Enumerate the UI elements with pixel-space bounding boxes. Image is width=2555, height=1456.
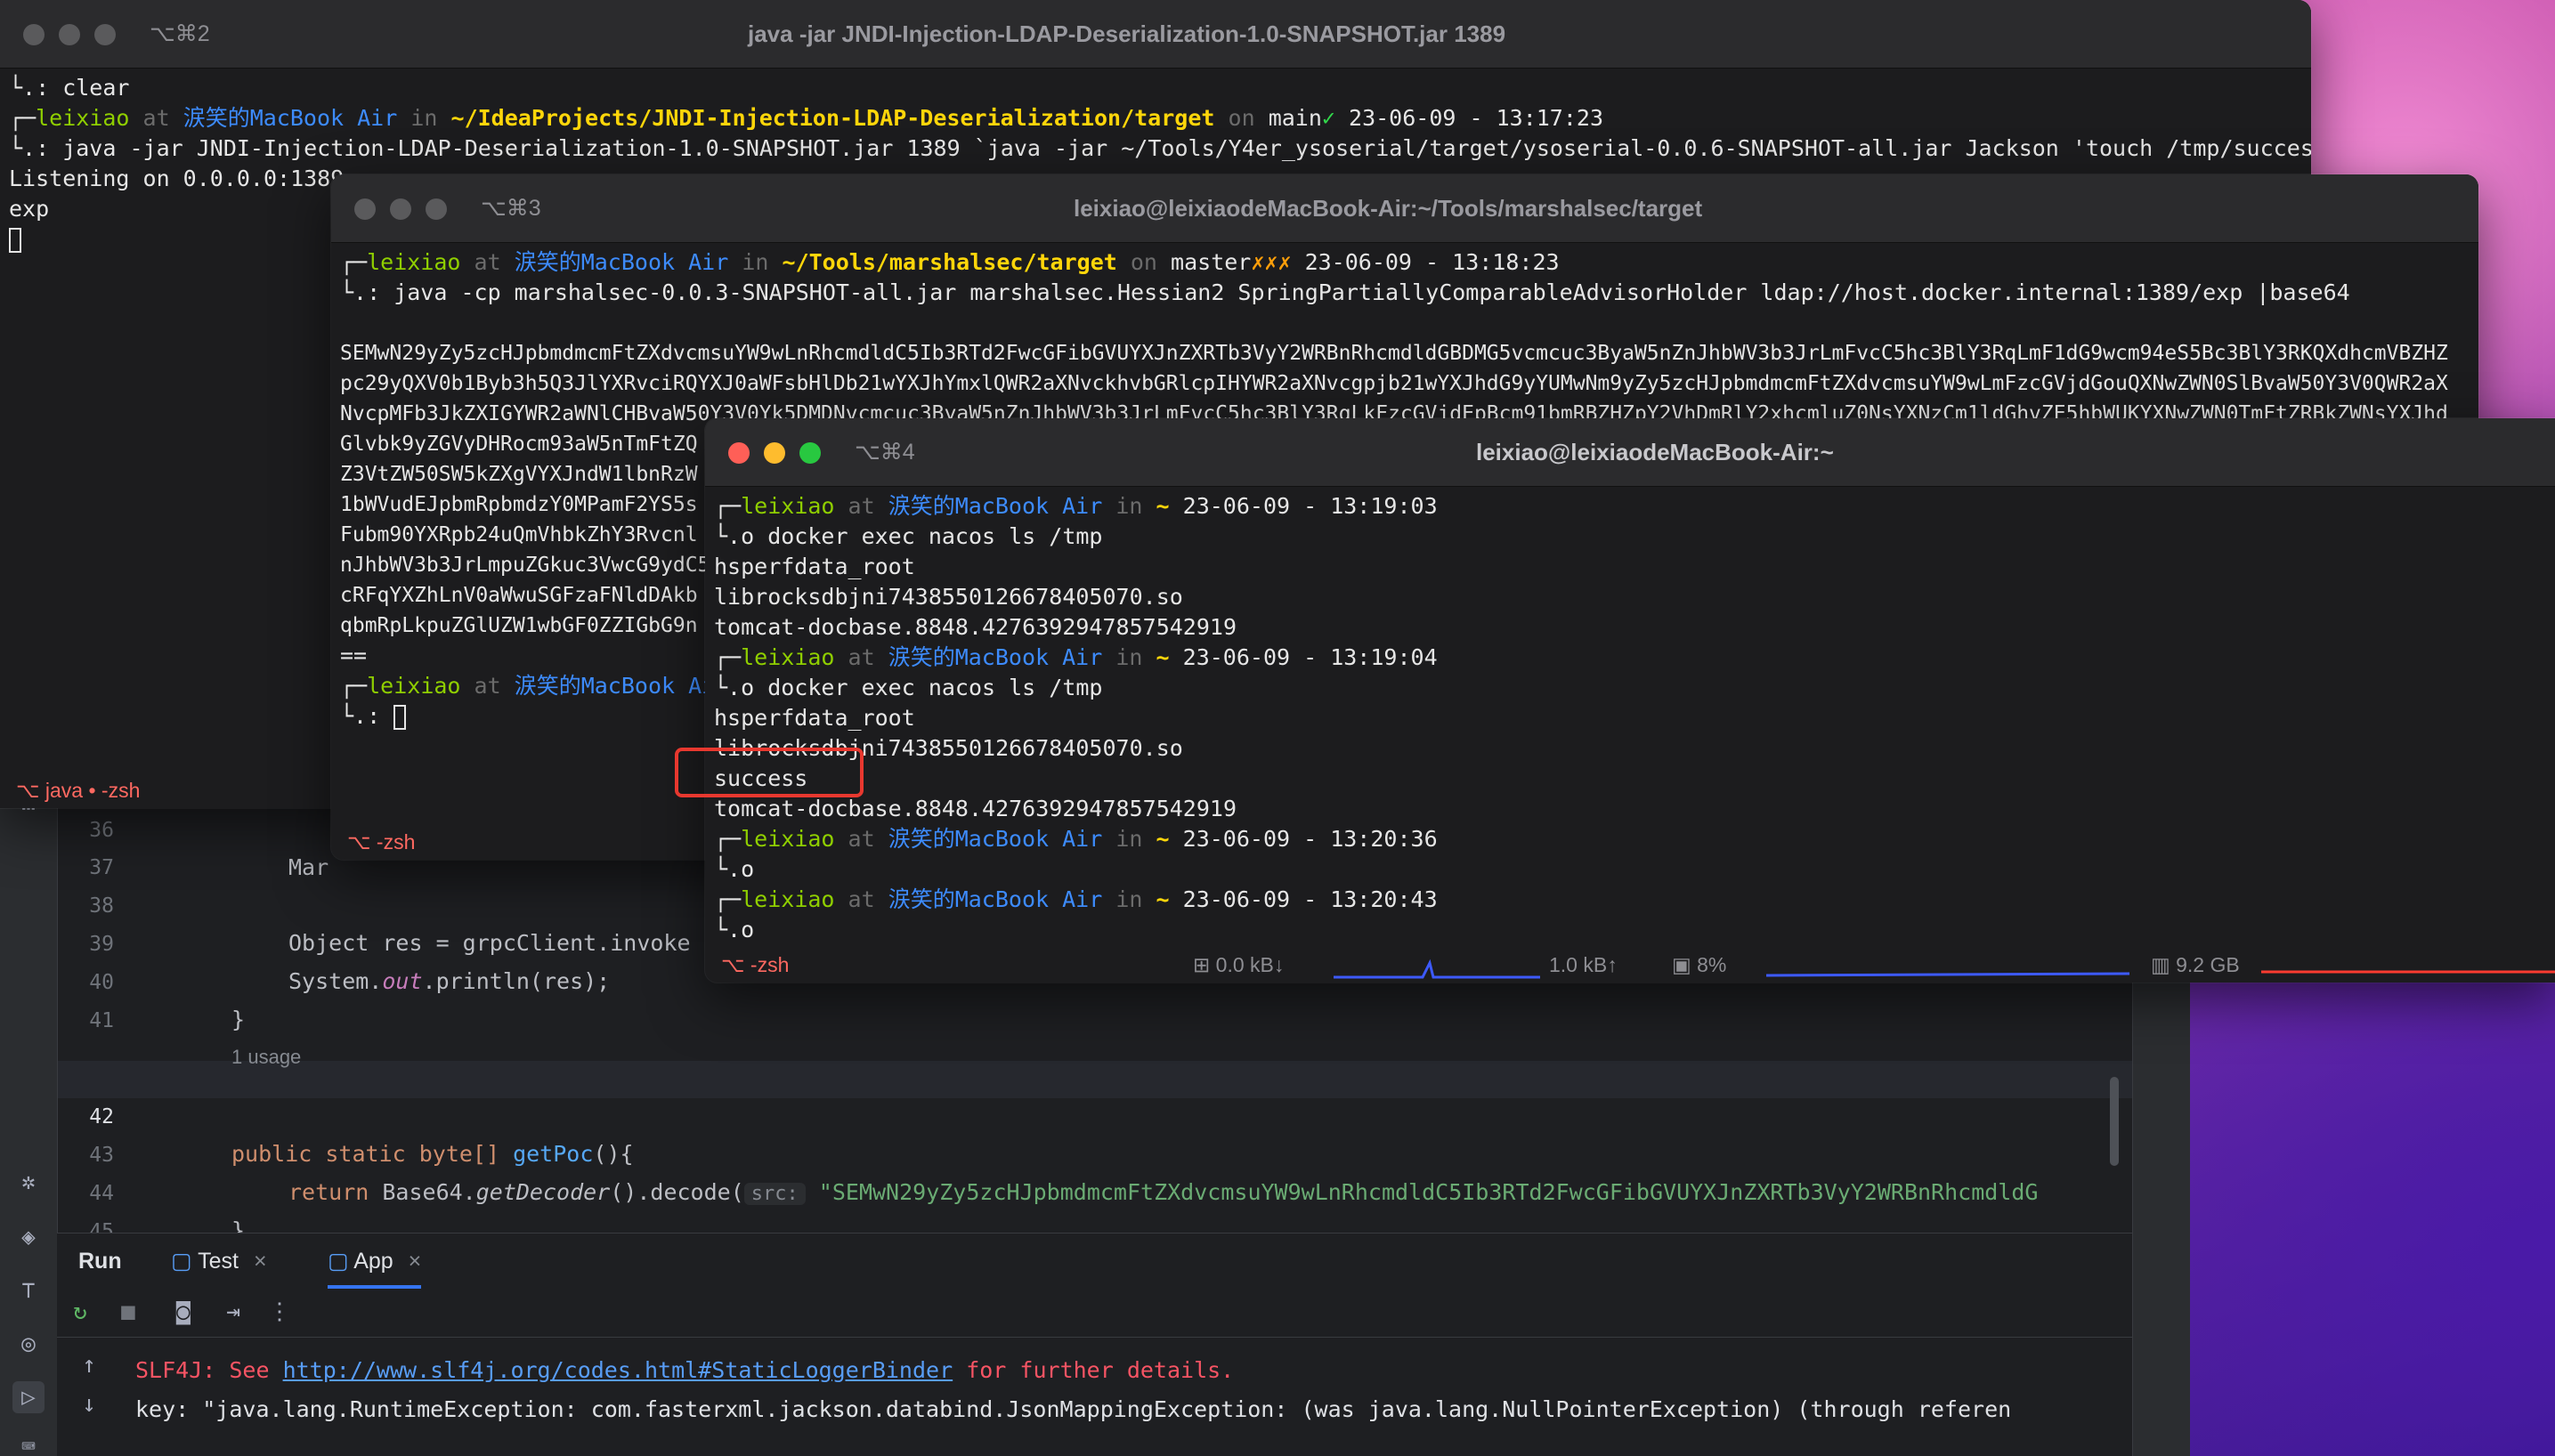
zoom-button[interactable] <box>799 442 821 464</box>
scroll-down-icon[interactable]: ↓ <box>73 1388 105 1420</box>
rerun-icon[interactable]: ↻ <box>64 1296 96 1328</box>
terminal-line: librocksdbjni7438550126678405070.so <box>714 584 1183 610</box>
minimize-button[interactable] <box>390 198 411 220</box>
base64-line: pc29yQXV0b1Byb3h5Q3JlYXRvciRQYXJ0aWFsbHl… <box>340 372 2448 395</box>
minimize-button[interactable] <box>764 442 785 464</box>
run-tabs: Run ▢ Test × ▢ App × <box>57 1234 2132 1289</box>
terminal-line: └.o <box>714 917 755 942</box>
test-tab-icon: ▢ <box>171 1249 192 1274</box>
zoom-button[interactable] <box>94 24 116 45</box>
window-title: leixiao@leixiaodeMacBook-Air:~ <box>1476 439 1834 465</box>
console-line: SLF4J: See http://www.slf4j.org/codes.ht… <box>135 1357 1235 1383</box>
editor-scrollbar[interactable] <box>2110 1077 2119 1166</box>
close-button[interactable] <box>23 24 45 45</box>
terminal-line: └.: java -cp marshalsec-0.0.3-SNAPSHOT-a… <box>340 279 2350 305</box>
cpu-status: ▣ 8% <box>1672 953 1727 976</box>
base64-line: 1bWVudEJpbmRpbmdzY0MPamF2YS5s <box>340 493 698 516</box>
terminal-line: tomcat-docbase.8848.4276392947857542919 <box>714 796 1237 821</box>
terminal-line: └.: java -jar JNDI-Injection-LDAP-Deseri… <box>9 135 2311 161</box>
close-button[interactable] <box>354 198 376 220</box>
titlebar[interactable]: ⌥⌘2 java -jar JNDI-Injection-LDAP-Deseri… <box>0 0 2311 69</box>
run-tool-icon[interactable]: ▷ <box>12 1381 45 1413</box>
titlebar[interactable]: ⌥⌘4 leixiao@leixiaodeMacBook-Air:~ <box>705 418 2555 487</box>
code-line: 45 } <box>57 1176 2131 1282</box>
prompt-line: ┌─leixiao at 涙笑的MacBook Air in ~ 23-06-0… <box>714 826 1438 852</box>
tab-footer: ⌥ java • -zsh <box>16 779 141 802</box>
base64-line: qbmRpLkpuZGlUZW1wbGF0ZZIGbG9n <box>340 614 698 637</box>
close-button[interactable] <box>728 442 750 464</box>
terminal-line: └.o docker exec nacos ls /tmp <box>714 523 1103 549</box>
camera-icon[interactable]: ◙ <box>167 1296 199 1328</box>
window-shortcut: ⌥⌘2 <box>150 21 210 46</box>
minimize-button[interactable] <box>59 24 80 45</box>
terminal-window-3[interactable]: ⌥⌘4 leixiao@leixiaodeMacBook-Air:~ ┌─lei… <box>705 418 2555 983</box>
services-icon[interactable]: ◎ <box>12 1328 45 1360</box>
exit-icon[interactable]: ⇥ <box>217 1296 249 1328</box>
ide-tool-strip: ⋯ ✲ ◈ ⊤ ◎ ▷ ⌨ <box>0 774 58 1456</box>
terminal-line: └.o <box>714 856 755 882</box>
highlight-annotation-box <box>675 748 864 797</box>
base64-line: Glvbk9yZGVyDHRocm93aW5nTmFtZQ <box>340 433 698 456</box>
base64-line: SEMwN29yZy5zcHJpbmdmcmFtZXdvcmsuYW9wLnRh… <box>340 342 2448 365</box>
memory-graph <box>2261 970 2555 974</box>
cpu-icon: ▣ <box>1672 953 1691 976</box>
tab-footer: ⌥ -zsh <box>721 953 790 976</box>
terminal-line: hsperfdata_root <box>714 554 915 579</box>
usage-hint[interactable]: 1 usage <box>57 1009 2131 1068</box>
console-line: key: "java.lang.RuntimeException: com.fa… <box>135 1396 2012 1422</box>
tab-test[interactable]: ▢ Test × <box>171 1234 267 1289</box>
window-shortcut: ⌥⌘3 <box>481 196 541 221</box>
zoom-button[interactable] <box>426 198 447 220</box>
stop-icon[interactable]: ■ <box>112 1296 144 1328</box>
titlebar[interactable]: ⌥⌘3 leixiao@leixiaodeMacBook-Air:~/Tools… <box>331 174 2478 243</box>
terminal-line: tomcat-docbase.8848.4276392947857542919 <box>714 614 1237 640</box>
more-vertical-icon[interactable]: ⋮ <box>264 1296 296 1328</box>
run-panel: Run ▢ Test × ▢ App × ↻ ■ ◙ ⇥ ⋮ ↑ ↓ SLF4J… <box>57 1233 2132 1456</box>
console-link[interactable]: http://www.slf4j.org/codes.html#StaticLo… <box>283 1357 953 1383</box>
memory-icon: ▥ <box>2151 953 2170 976</box>
run-label: Run <box>78 1249 122 1274</box>
network-icon: ⊞ <box>1193 953 1211 976</box>
terminal-line: └.o docker exec nacos ls /tmp <box>714 675 1103 700</box>
window-shortcut: ⌥⌘4 <box>855 440 915 465</box>
terminal-line: └.: clear <box>9 75 130 101</box>
base64-line: nJhbWV3b3JrLmpuZGkuc3VwcG9ydC5 <box>340 554 710 577</box>
build-icon[interactable]: ⊤ <box>12 1274 45 1306</box>
debug-icon[interactable]: ✲ <box>12 1166 45 1198</box>
network-graph <box>1334 959 1540 979</box>
layers-icon[interactable]: ◈ <box>12 1221 45 1253</box>
code-line: 43 return Base64.getDecoder().decode(src… <box>57 1099 2131 1205</box>
prompt-line: ┌─leixiao at 涙笑的MacBook Air in ~/Tools/m… <box>340 249 1560 275</box>
base64-line: Z3VtZW50SW5kZXgVYXJndW1lbnRzW <box>340 463 698 486</box>
cpu-graph <box>1766 972 2129 977</box>
window-title: java -jar JNDI-Injection-LDAP-Deserializ… <box>748 20 1506 47</box>
prompt-line: ┌─leixiao at 涙笑的MacBook Air in ~/IdeaPro… <box>9 105 1604 131</box>
base64-line: Fubm90YXRpb24uQmVhbkZhY3Rvcnl <box>340 523 698 546</box>
terminal-cursor-line: └.: <box>340 701 407 732</box>
prompt-line: ┌─leixiao at 涙笑的MacBook Air in ~ 23-06-0… <box>714 493 1438 519</box>
close-icon[interactable]: × <box>409 1249 422 1274</box>
terminal-line: exp <box>9 196 50 222</box>
terminal-line: hsperfdata_root <box>714 705 915 731</box>
code-line: 44 } <box>57 1137 2131 1243</box>
app-tab-icon: ▢ <box>328 1249 349 1274</box>
run-toolbar: ↻ ■ ◙ ⇥ ⋮ <box>57 1289 2132 1338</box>
prompt-line: ┌─leixiao at 涙笑的MacBook Air in ~ 23-06-0… <box>714 886 1438 912</box>
base64-line: cRFqYXZhLnV0aWwuSGFzaFNldDAkb <box>340 584 698 607</box>
tab-app[interactable]: ▢ App × <box>328 1234 422 1289</box>
scroll-up-icon[interactable]: ↑ <box>73 1349 105 1381</box>
terminal-line: == <box>340 643 368 668</box>
network-up-status: 1.0 kB↑ <box>1549 953 1618 976</box>
prompt-line: ┌─leixiao at 涙笑的MacBook Air in ~ 23-06-0… <box>714 644 1438 670</box>
close-icon[interactable]: × <box>254 1249 267 1274</box>
window-title: leixiao@leixiaodeMacBook-Air:~/Tools/mar… <box>1074 195 1703 222</box>
terminal-cursor <box>9 224 21 255</box>
tab-footer: ⌥ -zsh <box>347 830 416 853</box>
memory-status: ▥ 9.2 GB <box>2151 953 2240 976</box>
terminal-tool-icon[interactable]: ⌨ <box>12 1431 45 1456</box>
network-down-status: ⊞ 0.0 kB↓ <box>1193 953 1285 976</box>
code-line: 42 public static byte[] getPoc(){ <box>57 1061 2131 1167</box>
terminal-line: Listening on 0.0.0.0:1389 <box>9 166 345 191</box>
